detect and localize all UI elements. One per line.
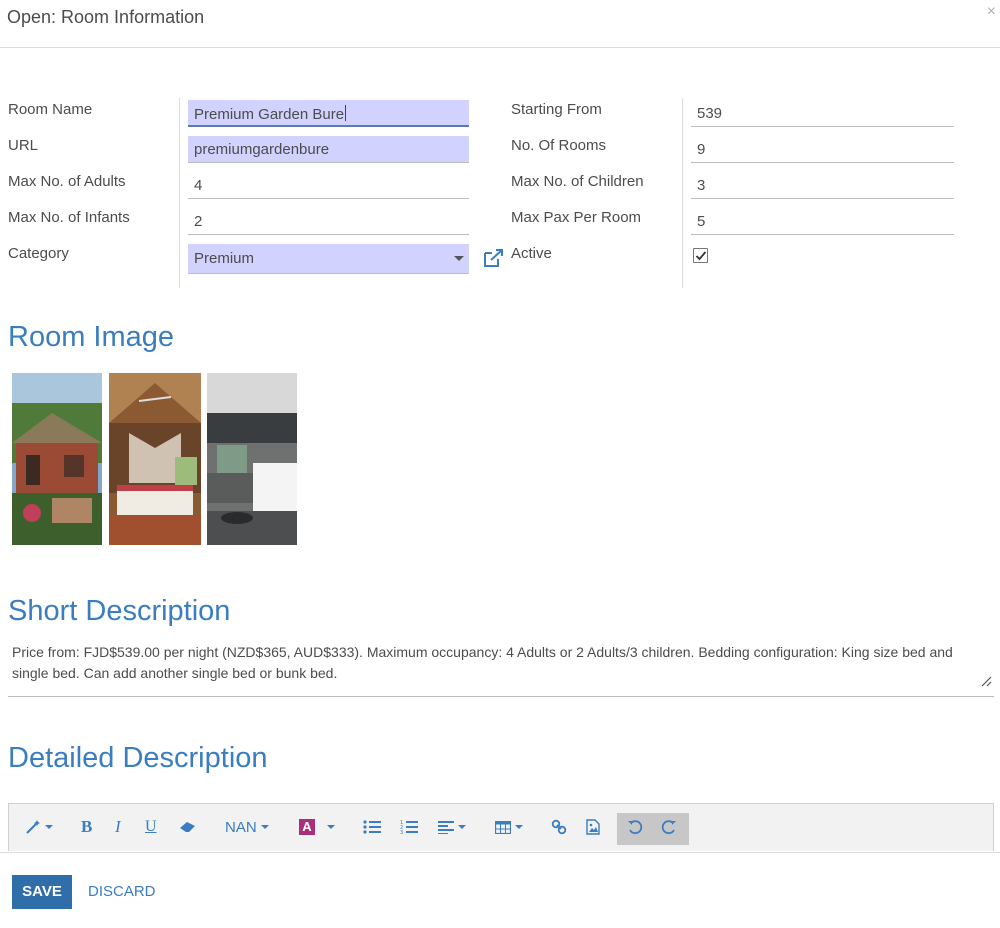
italic-icon[interactable]: I bbox=[115, 816, 121, 838]
close-icon[interactable]: × bbox=[987, 3, 996, 21]
text-caret bbox=[345, 105, 347, 121]
table-icon[interactable] bbox=[495, 816, 523, 838]
svg-text:3: 3 bbox=[400, 830, 403, 835]
url-label: URL bbox=[8, 137, 39, 154]
room-image-bathroom[interactable] bbox=[207, 373, 297, 545]
column-divider bbox=[179, 98, 180, 288]
modal-title: Open: Room Information bbox=[7, 7, 205, 27]
max-infants-label: Max No. of Infants bbox=[8, 209, 130, 226]
room-name-input[interactable]: Premium Garden Bure bbox=[188, 100, 469, 127]
style-icon[interactable] bbox=[25, 816, 53, 838]
no-of-rooms-label: No. Of Rooms bbox=[511, 137, 607, 154]
link-icon[interactable] bbox=[551, 816, 567, 838]
no-of-rooms-input[interactable]: 9 bbox=[691, 136, 954, 163]
bold-icon[interactable]: B bbox=[81, 816, 92, 838]
discard-button[interactable]: DISCARD bbox=[88, 875, 156, 909]
room-image-heading: Room Image bbox=[8, 321, 175, 353]
align-icon[interactable] bbox=[438, 816, 466, 838]
editor-toolbar: B I U NAN A 123 bbox=[8, 803, 994, 851]
max-pax-input[interactable]: 5 bbox=[691, 208, 954, 235]
max-adults-input[interactable]: 4 bbox=[188, 172, 469, 199]
max-children-input[interactable]: 3 bbox=[691, 172, 954, 199]
category-label: Category bbox=[8, 245, 69, 262]
active-checkbox[interactable] bbox=[693, 248, 708, 263]
short-description-heading: Short Description bbox=[8, 595, 231, 627]
undo-icon[interactable] bbox=[627, 816, 643, 838]
starting-from-input[interactable]: 539 bbox=[691, 100, 954, 127]
external-link-icon[interactable] bbox=[483, 248, 505, 272]
save-button[interactable]: SAVE bbox=[12, 875, 72, 909]
max-children-label: Max No. of Children bbox=[511, 173, 644, 190]
image-icon[interactable] bbox=[586, 816, 600, 838]
category-select[interactable]: Premium bbox=[188, 244, 469, 274]
url-input[interactable]: premiumgardenbure bbox=[188, 136, 469, 163]
short-description-textarea[interactable]: Price from: FJD$539.00 per night (NZD$36… bbox=[8, 640, 994, 697]
unordered-list-icon[interactable] bbox=[363, 816, 381, 838]
eraser-icon[interactable] bbox=[179, 816, 197, 838]
max-pax-label: Max Pax Per Room bbox=[511, 209, 642, 226]
modal-footer: SAVE DISCARD bbox=[0, 852, 1000, 928]
active-label: Active bbox=[511, 245, 552, 262]
starting-from-label: Starting From bbox=[511, 101, 602, 118]
font-size-dropdown[interactable]: NAN bbox=[225, 816, 269, 838]
ordered-list-icon[interactable]: 123 bbox=[400, 816, 418, 838]
room-image-exterior[interactable] bbox=[12, 373, 102, 545]
room-name-label: Room Name bbox=[8, 101, 93, 118]
checkmark-icon bbox=[695, 251, 707, 261]
underline-icon[interactable]: U bbox=[145, 816, 157, 838]
max-infants-input[interactable]: 2 bbox=[188, 208, 469, 235]
modal-header: Open: Room Information × bbox=[0, 0, 1000, 48]
chevron-down-icon bbox=[454, 256, 464, 261]
max-adults-label: Max No. of Adults bbox=[8, 173, 126, 190]
redo-icon[interactable] bbox=[661, 816, 677, 838]
resize-handle-icon[interactable] bbox=[980, 672, 992, 693]
column-divider bbox=[682, 98, 683, 288]
room-image-bedroom[interactable] bbox=[109, 373, 201, 545]
detailed-description-heading: Detailed Description bbox=[8, 742, 268, 774]
font-color-icon[interactable]: A bbox=[299, 816, 335, 838]
